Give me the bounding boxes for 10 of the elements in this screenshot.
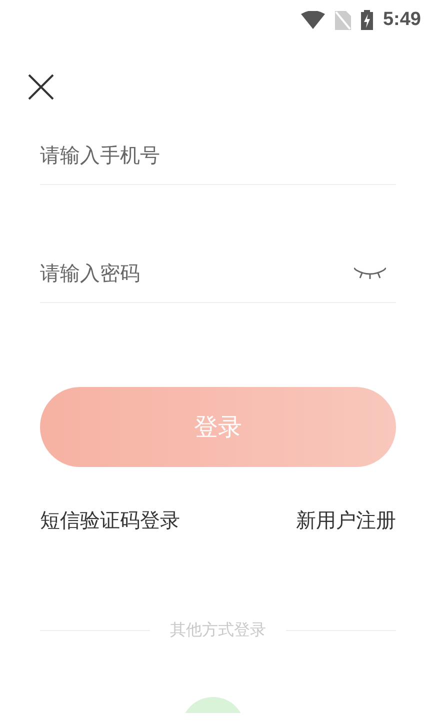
password-field[interactable]: 请输入密码 <box>40 261 354 285</box>
time: 5:49 <box>382 9 421 31</box>
no-sim-icon <box>334 10 351 30</box>
sms-login-link[interactable]: 短信验证码登录 <box>40 507 180 534</box>
battery-charging-icon <box>360 10 373 30</box>
eye-icon[interactable] <box>354 266 386 280</box>
register-link[interactable]: 新用户注册 <box>296 507 396 534</box>
close-button[interactable] <box>28 74 54 100</box>
phone-field[interactable]: 请输入手机号 <box>40 143 396 167</box>
wifi-icon <box>300 11 325 29</box>
